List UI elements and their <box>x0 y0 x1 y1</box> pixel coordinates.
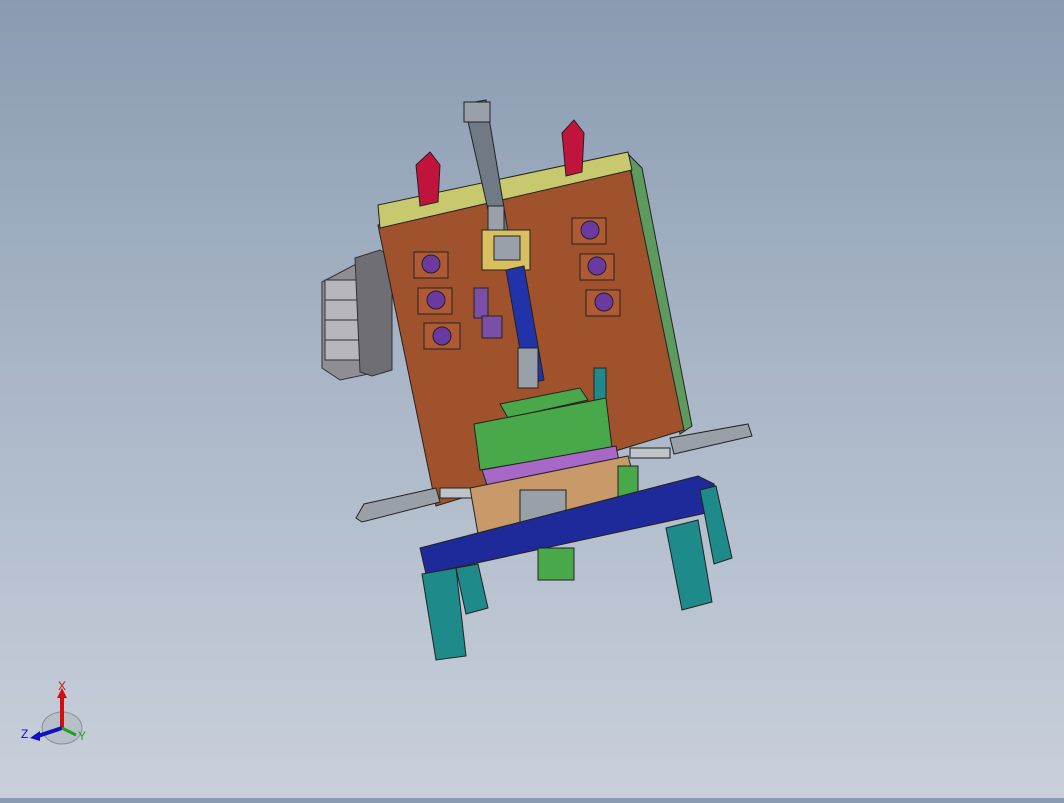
y-axis-label: Y <box>78 729 86 743</box>
side-sensor-pack[interactable] <box>321 249 393 381</box>
rod-left[interactable] <box>355 487 481 523</box>
cad-viewport[interactable]: X Z Y <box>0 0 1064 798</box>
z-axis-label: Z <box>21 727 28 741</box>
z-axis-head <box>30 731 40 741</box>
handle-right[interactable] <box>561 119 585 177</box>
leg-front-right <box>665 519 713 611</box>
orientation-triad[interactable]: X Z Y <box>18 680 98 750</box>
x-axis-label: X <box>58 680 66 693</box>
assembly-model[interactable] <box>0 0 1064 798</box>
handle-left[interactable] <box>415 151 441 207</box>
foot-block <box>537 547 575 581</box>
leg-back-right <box>699 485 733 565</box>
